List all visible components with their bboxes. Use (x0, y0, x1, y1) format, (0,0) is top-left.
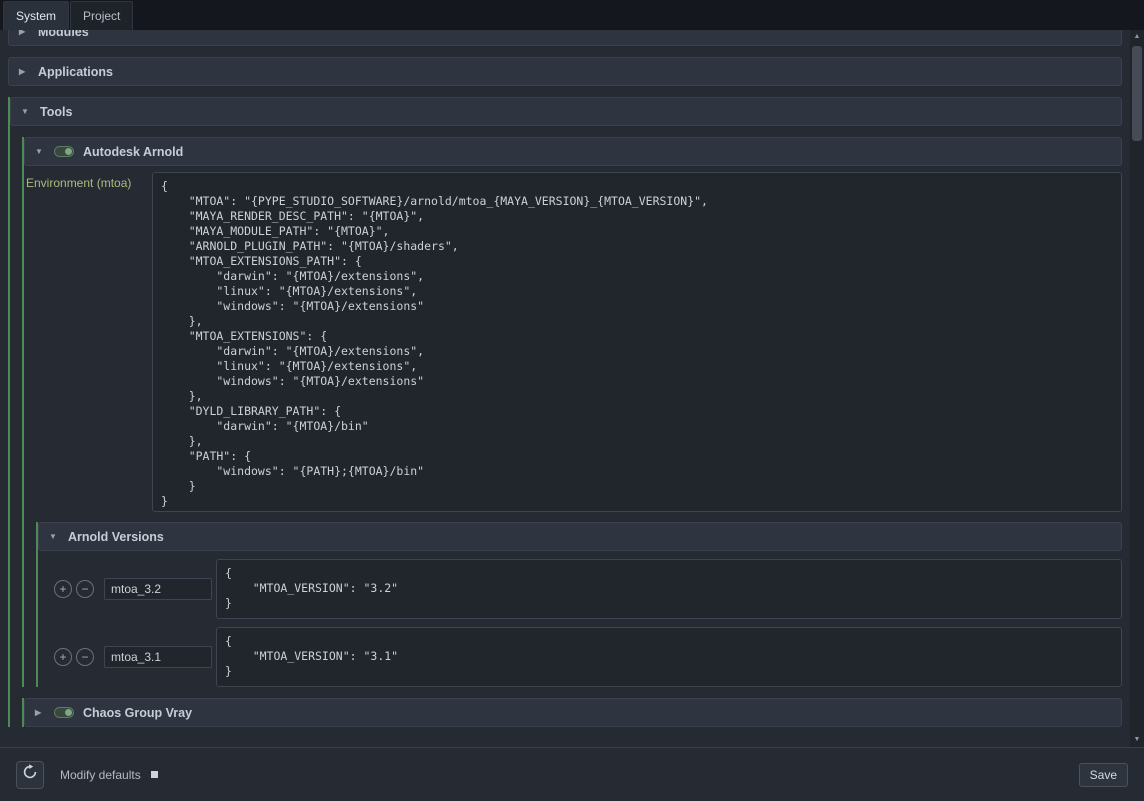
group-autodesk-arnold-label: Autodesk Arnold (83, 145, 183, 159)
section-applications-label: Applications (38, 65, 113, 79)
group-chaos-group-vray-label: Chaos Group Vray (83, 706, 192, 720)
section-tools-body: ▼ Autodesk Arnold Environment (mtoa) { "… (10, 137, 1122, 727)
environment-json-editor[interactable]: { "MTOA": "{PYPE_STUDIO_SOFTWARE}/arnold… (152, 172, 1122, 512)
tab-bar: System Project (0, 0, 1144, 30)
section-applications: ▶ Applications (8, 57, 1122, 86)
save-button[interactable]: Save (1079, 763, 1128, 787)
group-autodesk-arnold: ▼ Autodesk Arnold Environment (mtoa) { "… (22, 137, 1122, 687)
modify-defaults-label: Modify defaults (60, 768, 141, 782)
version-json-editor[interactable]: { "MTOA_VERSION": "3.1" } (216, 627, 1122, 687)
section-tools: ▼ Tools ▼ Autodesk Arnold Environment (m… (8, 97, 1122, 727)
vertical-scrollbar: ▲ ▼ (1130, 30, 1144, 747)
refresh-icon (22, 764, 38, 785)
footer-bar: Modify defaults Save (0, 747, 1144, 801)
group-arnold-versions-header[interactable]: ▼ Arnold Versions (38, 522, 1122, 551)
section-applications-header[interactable]: ▶ Applications (8, 57, 1122, 86)
environment-row: Environment (mtoa) { "MTOA": "{PYPE_STUD… (24, 166, 1122, 522)
expanded-arrow-icon: ▼ (35, 147, 45, 156)
arnold-enabled-toggle-icon[interactable] (54, 146, 74, 157)
scroll-down-arrow-icon[interactable]: ▼ (1130, 733, 1144, 747)
environment-label: Environment (mtoa) (26, 172, 148, 512)
version-row: + − { "MTOA_VERSION": "3.2" } (38, 559, 1122, 619)
remove-item-button[interactable]: − (76, 580, 94, 598)
remove-item-button[interactable]: − (76, 648, 94, 666)
expanded-arrow-icon: ▼ (49, 532, 59, 541)
settings-scroll-content: ▶ Modules ▶ Applications ▼ Tools ▼ (0, 30, 1130, 727)
version-key-input[interactable] (104, 578, 212, 600)
vray-enabled-toggle-icon[interactable] (54, 707, 74, 718)
section-modules-header[interactable]: ▶ Modules (8, 30, 1122, 46)
expanded-arrow-icon: ▼ (21, 107, 31, 116)
group-autodesk-arnold-header[interactable]: ▼ Autodesk Arnold (24, 137, 1122, 166)
settings-content: ▶ Modules ▶ Applications ▼ Tools ▼ (0, 30, 1130, 747)
version-row-buttons: + − (38, 648, 100, 666)
modify-defaults-checkbox[interactable] (151, 771, 158, 778)
scroll-up-arrow-icon[interactable]: ▲ (1130, 30, 1144, 44)
version-row-buttons: + − (38, 580, 100, 598)
section-tools-label: Tools (40, 105, 72, 119)
version-row: + − { "MTOA_VERSION": "3.1" } (38, 627, 1122, 687)
group-chaos-group-vray: ▶ Chaos Group Vray (22, 698, 1122, 727)
section-tools-header[interactable]: ▼ Tools (10, 97, 1122, 126)
collapsed-arrow-icon: ▶ (35, 708, 45, 717)
version-key-input[interactable] (104, 646, 212, 668)
section-modules-label: Modules (38, 30, 89, 39)
refresh-button[interactable] (16, 761, 44, 789)
tab-project[interactable]: Project (70, 1, 133, 30)
add-item-button[interactable]: + (54, 580, 72, 598)
collapsed-arrow-icon: ▶ (19, 30, 29, 36)
group-chaos-group-vray-header[interactable]: ▶ Chaos Group Vray (24, 698, 1122, 727)
version-json-editor[interactable]: { "MTOA_VERSION": "3.2" } (216, 559, 1122, 619)
collapsed-arrow-icon: ▶ (19, 67, 29, 76)
group-arnold-versions-label: Arnold Versions (68, 530, 164, 544)
scrollbar-thumb[interactable] (1132, 46, 1142, 141)
add-item-button[interactable]: + (54, 648, 72, 666)
section-modules: ▶ Modules (8, 30, 1122, 46)
group-arnold-versions: ▼ Arnold Versions + − { "MTOA_VERSION": … (36, 522, 1122, 687)
tab-system[interactable]: System (3, 1, 69, 30)
